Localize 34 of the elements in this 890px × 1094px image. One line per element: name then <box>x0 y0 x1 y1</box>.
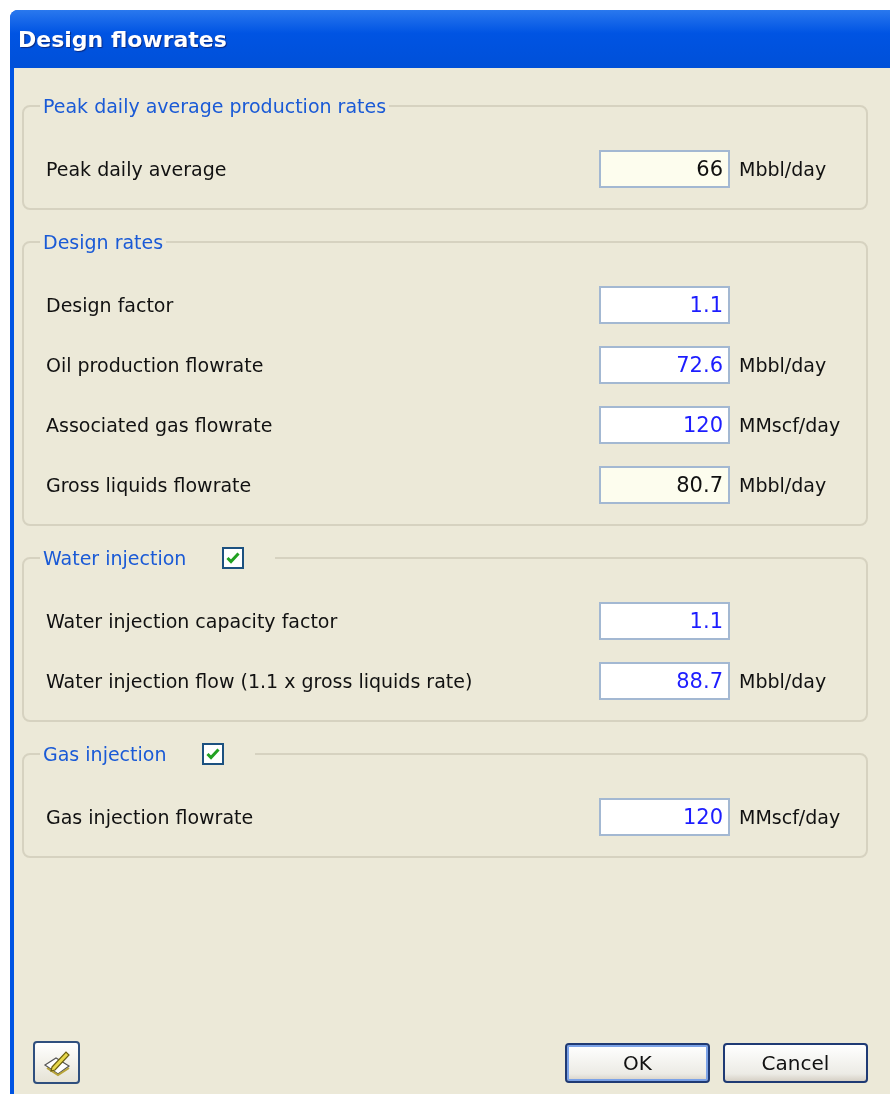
group-title: Design rates <box>43 230 164 254</box>
unit-label: Mbbl/day <box>738 158 828 180</box>
field-label: Gas injection flowrate <box>46 806 255 828</box>
ok-button[interactable]: OK <box>565 1042 710 1083</box>
number-field[interactable]: 120 <box>599 798 730 836</box>
field-label: Design factor <box>46 294 175 316</box>
group-title: Gas injection <box>43 742 167 766</box>
group-title: Peak daily average production rates <box>43 94 387 118</box>
checkbox[interactable] <box>222 547 245 569</box>
number-field[interactable]: 1.1 <box>599 602 730 640</box>
check-icon <box>206 748 221 760</box>
number-field[interactable]: 80.7 <box>599 466 730 504</box>
field-label: Peak daily average <box>46 158 228 180</box>
field-label: Associated gas flowrate <box>46 414 274 436</box>
unit-label: Mbbl/day <box>738 354 828 376</box>
number-field[interactable]: 120 <box>599 406 730 444</box>
number-field[interactable]: 66 <box>599 150 730 188</box>
edit-button[interactable] <box>33 1041 80 1084</box>
field-label: Water injection capacity factor <box>46 610 339 632</box>
group-title: Water injection <box>43 546 187 570</box>
check-icon <box>226 552 241 564</box>
cancel-button[interactable]: Cancel <box>723 1042 868 1083</box>
number-field[interactable]: 88.7 <box>599 662 730 700</box>
unit-label: MMscf/day <box>738 414 842 436</box>
field-label: Gross liquids flowrate <box>46 474 253 496</box>
checkbox[interactable] <box>202 743 225 765</box>
field-label: Water injection flow (1.1 x gross liquids rate) <box>46 670 474 692</box>
field-label: Oil production flowrate <box>46 354 265 376</box>
unit-label: Mbbl/day <box>738 474 828 496</box>
unit-label: Mbbl/day <box>738 670 828 692</box>
number-field[interactable]: 72.6 <box>599 346 730 384</box>
unit-label: MMscf/day <box>738 806 842 828</box>
window-title: Design flowrates <box>18 26 227 52</box>
number-field[interactable]: 1.1 <box>599 286 730 324</box>
